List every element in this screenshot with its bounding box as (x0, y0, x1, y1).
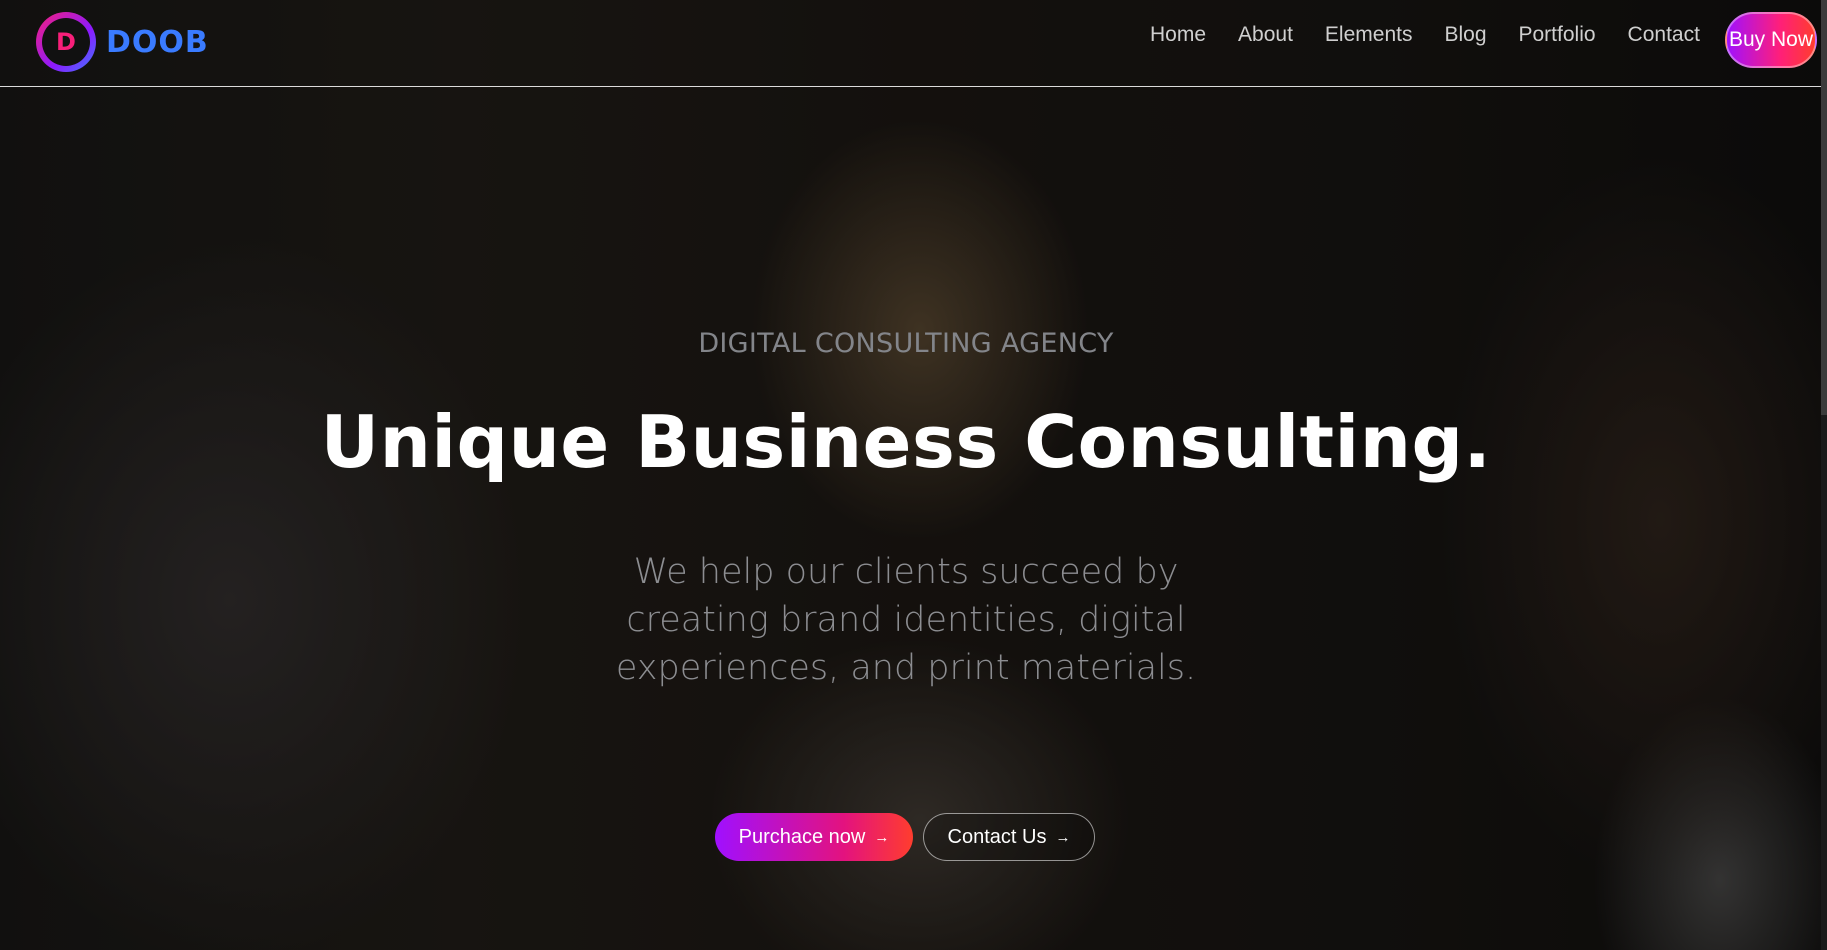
purchase-now-label: Purchace now (738, 825, 866, 848)
main-nav: Home About Elements Blog Portfolio Conta… (1150, 20, 1732, 50)
logo-text: DOOB (106, 24, 209, 60)
buy-now-button[interactable]: Buy Now (1725, 12, 1817, 68)
arrow-right-icon: → (1055, 828, 1071, 846)
logo-mark-letter: D (42, 18, 90, 66)
hero-subtitle: DIGITAL CONSULTING AGENCY (698, 328, 1114, 359)
logo[interactable]: D DOOB (36, 12, 209, 72)
nav-item-blog[interactable]: Blog (1444, 20, 1486, 50)
purchase-now-button[interactable]: Purchace now → (715, 813, 913, 861)
nav-item-elements[interactable]: Elements (1325, 20, 1413, 50)
page-scrollbar[interactable] (1821, 0, 1827, 950)
page: D DOOB Home About Elements Blog Portfoli… (0, 0, 1827, 950)
nav-item-about[interactable]: About (1238, 20, 1293, 50)
contact-us-label: Contact Us (947, 825, 1047, 848)
contact-us-button[interactable]: Contact Us → (923, 813, 1095, 861)
scrollbar-thumb[interactable] (1821, 0, 1827, 415)
hero-title: Unique Business Consulting. (320, 400, 1492, 484)
nav-item-contact[interactable]: Contact (1628, 20, 1700, 50)
nav-item-portfolio[interactable]: Portfolio (1519, 20, 1596, 50)
nav-item-home[interactable]: Home (1150, 20, 1206, 50)
arrow-right-icon: → (874, 828, 890, 846)
site-header: D DOOB Home About Elements Blog Portfoli… (0, 0, 1827, 87)
logo-mark-icon: D (36, 12, 96, 72)
hero-description: We help our clients succeed by creating … (615, 552, 1197, 688)
